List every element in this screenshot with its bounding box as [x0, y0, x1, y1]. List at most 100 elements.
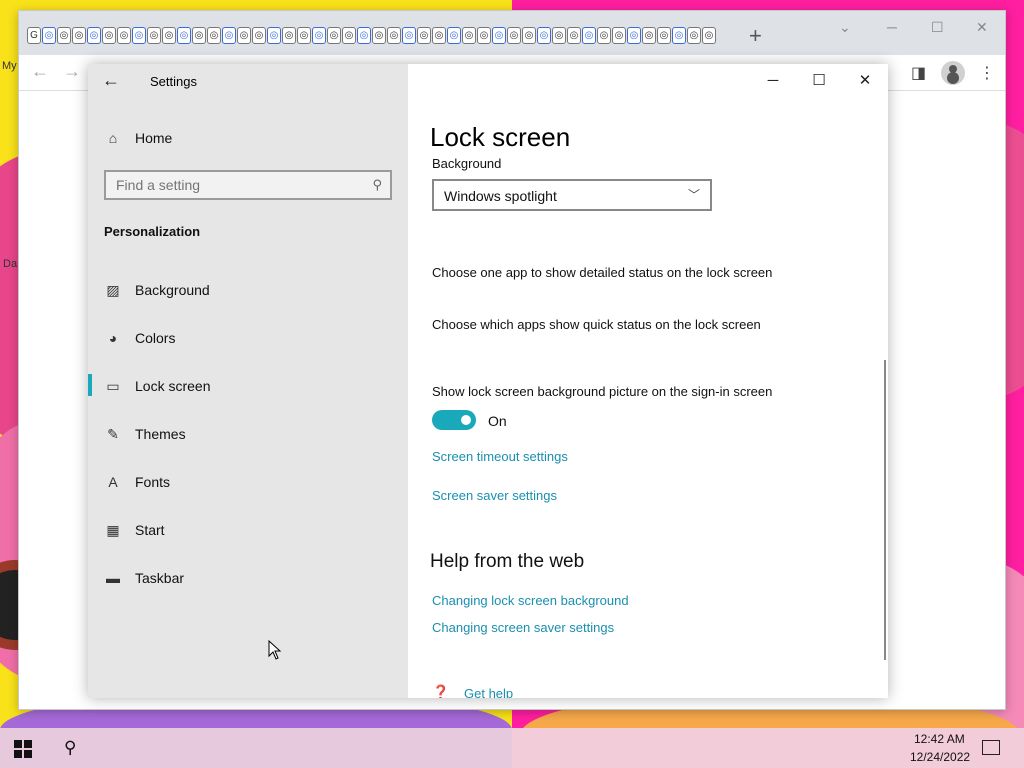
sidebar-item-background[interactable]: ▨ Background: [88, 268, 408, 312]
background-label: Background: [432, 156, 502, 171]
tab-favicon-icon[interactable]: ◎: [297, 27, 311, 44]
tab-favicon-icon[interactable]: ◎: [612, 27, 626, 44]
sidebar-item-label: Start: [135, 522, 165, 538]
sidebar-item-themes[interactable]: ✎ Themes: [88, 412, 408, 456]
screen-timeout-link[interactable]: Screen timeout settings: [432, 449, 568, 464]
back-arrow-icon[interactable]: ←: [31, 61, 49, 82]
sidebar-item-lock-screen[interactable]: ▭ Lock screen: [88, 364, 408, 408]
back-arrow-icon[interactable]: ←: [102, 70, 122, 90]
tab-favicon-icon[interactable]: ◎: [642, 27, 656, 44]
desktop-icon-label[interactable]: Da: [3, 258, 17, 270]
tab-favicon-icon[interactable]: ◎: [342, 27, 356, 44]
tab-favicon-icon[interactable]: G: [27, 27, 41, 44]
profile-avatar-icon[interactable]: [941, 61, 965, 85]
help-link-lock-screen[interactable]: Changing lock screen background: [432, 593, 629, 608]
settings-window: ← Settings ⌂ Home ⚲ Personalization ▨ Ba…: [88, 64, 888, 698]
tab-favicon-icon[interactable]: ◎: [327, 27, 341, 44]
tab-favicon-icon[interactable]: ◎: [207, 27, 221, 44]
tab-favicon-icon[interactable]: ◎: [492, 27, 506, 44]
palette-icon: ◕: [108, 330, 118, 346]
tab-favicon-icon[interactable]: ◎: [597, 27, 611, 44]
tab-favicon-icon[interactable]: ◎: [462, 27, 476, 44]
sidebar-item-label: Home: [135, 130, 173, 146]
tab-favicon-icon[interactable]: ◎: [57, 27, 71, 44]
tab-favicon-icon[interactable]: ◎: [477, 27, 491, 44]
tab-favicon-icon[interactable]: ◎: [282, 27, 296, 44]
clock-date[interactable]: 12/24/2022: [910, 750, 970, 764]
scrollbar[interactable]: [884, 360, 886, 660]
tab-favicon-icon[interactable]: ◎: [672, 27, 686, 44]
tab-favicon-icon[interactable]: ◎: [237, 27, 251, 44]
browser-maximize-button[interactable]: ☐: [931, 19, 944, 36]
tab-favicon-icon[interactable]: ◎: [417, 27, 431, 44]
browser-minimize-button[interactable]: ─: [887, 19, 897, 35]
home-icon: ⌂: [108, 130, 118, 146]
side-panel-icon[interactable]: ◨: [911, 63, 926, 83]
tab-favicon-icon[interactable]: ◎: [252, 27, 266, 44]
tab-favicon-icon[interactable]: ◎: [522, 27, 536, 44]
tab-favicon-icon[interactable]: ◎: [72, 27, 86, 44]
sidebar-item-label: Background: [135, 282, 210, 298]
signin-background-toggle[interactable]: [432, 410, 476, 430]
dropdown-value: Windows spotlight: [444, 188, 557, 204]
screen-saver-link[interactable]: Screen saver settings: [432, 488, 557, 503]
find-setting-search[interactable]: ⚲: [104, 170, 392, 200]
clock-time[interactable]: 12:42 AM: [914, 732, 965, 746]
tab-favicon-icon[interactable]: ◎: [687, 27, 701, 44]
sidebar-item-start[interactable]: ▦ Start: [88, 508, 408, 552]
tab-favicon-icon[interactable]: ◎: [582, 27, 596, 44]
tab-favicon-icon[interactable]: ◎: [387, 27, 401, 44]
sidebar-item-home[interactable]: ⌂ Home: [88, 116, 408, 160]
tab-favicon-icon[interactable]: ◎: [42, 27, 56, 44]
sidebar-item-colors[interactable]: ◕ Colors: [88, 316, 408, 360]
tab-favicon-icon[interactable]: ◎: [117, 27, 131, 44]
tab-favicon-icon[interactable]: ◎: [432, 27, 446, 44]
desktop-icon-label[interactable]: My: [2, 60, 17, 72]
tab-favicon-icon[interactable]: ◎: [537, 27, 551, 44]
browser-close-button[interactable]: ✕: [976, 19, 988, 36]
help-link-screen-saver[interactable]: Changing screen saver settings: [432, 620, 614, 635]
tab-favicon-icon[interactable]: ◎: [447, 27, 461, 44]
tab-favicon-icon[interactable]: ◎: [192, 27, 206, 44]
tab-favicon-icon[interactable]: ◎: [702, 27, 716, 44]
tab-favicon-icon[interactable]: ◎: [267, 27, 281, 44]
maximize-button[interactable]: ☐: [804, 70, 834, 92]
close-button[interactable]: ✕: [850, 70, 880, 92]
menu-kebab-icon[interactable]: ⋮: [979, 63, 995, 83]
chevron-down-icon: ﹀: [687, 188, 700, 202]
sidebar-item-fonts[interactable]: A Fonts: [88, 460, 408, 504]
tab-favicon-icon[interactable]: ◎: [402, 27, 416, 44]
tab-search-icon[interactable]: ⌄: [839, 19, 851, 36]
taskbar-search-icon[interactable]: ⚲: [64, 738, 76, 758]
sidebar-item-taskbar[interactable]: ▬ Taskbar: [88, 556, 408, 600]
search-icon: ⚲: [372, 177, 382, 192]
search-input[interactable]: [116, 176, 364, 194]
tab-favicon-icon[interactable]: ◎: [177, 27, 191, 44]
tab-favicon-icon[interactable]: ◎: [507, 27, 521, 44]
tab-favicon-icon[interactable]: ◎: [357, 27, 371, 44]
tab-favicon-icon[interactable]: ◎: [552, 27, 566, 44]
toggle-state-label: On: [488, 413, 507, 429]
get-help-link[interactable]: Get help: [464, 686, 513, 698]
get-help-icon: ❓: [432, 684, 450, 698]
section-heading: Personalization: [104, 224, 201, 239]
tab-favicon-icon[interactable]: ◎: [657, 27, 671, 44]
windows-start-icon[interactable]: [14, 740, 32, 758]
tab-favicon-icon[interactable]: ◎: [312, 27, 326, 44]
tab-favicon-icon[interactable]: ◎: [372, 27, 386, 44]
tab-favicon-icon[interactable]: ◎: [87, 27, 101, 44]
tab-favicon-icon[interactable]: ◎: [627, 27, 641, 44]
page-title: Lock screen: [430, 122, 571, 152]
forward-arrow-icon[interactable]: →: [63, 61, 81, 82]
new-tab-button[interactable]: +: [749, 23, 762, 49]
tab-favicon-icon[interactable]: ◎: [567, 27, 581, 44]
tab-favicon-icon[interactable]: ◎: [222, 27, 236, 44]
tab-favicon-icon[interactable]: ◎: [132, 27, 146, 44]
tab-favicon-icon[interactable]: ◎: [162, 27, 176, 44]
notification-center-icon[interactable]: [982, 740, 1000, 755]
tab-favicon-icon[interactable]: ◎: [147, 27, 161, 44]
minimize-button[interactable]: ─: [758, 70, 788, 92]
background-dropdown[interactable]: Windows spotlight ﹀: [432, 179, 712, 211]
fonts-icon: A: [108, 474, 118, 490]
tab-favicon-icon[interactable]: ◎: [102, 27, 116, 44]
